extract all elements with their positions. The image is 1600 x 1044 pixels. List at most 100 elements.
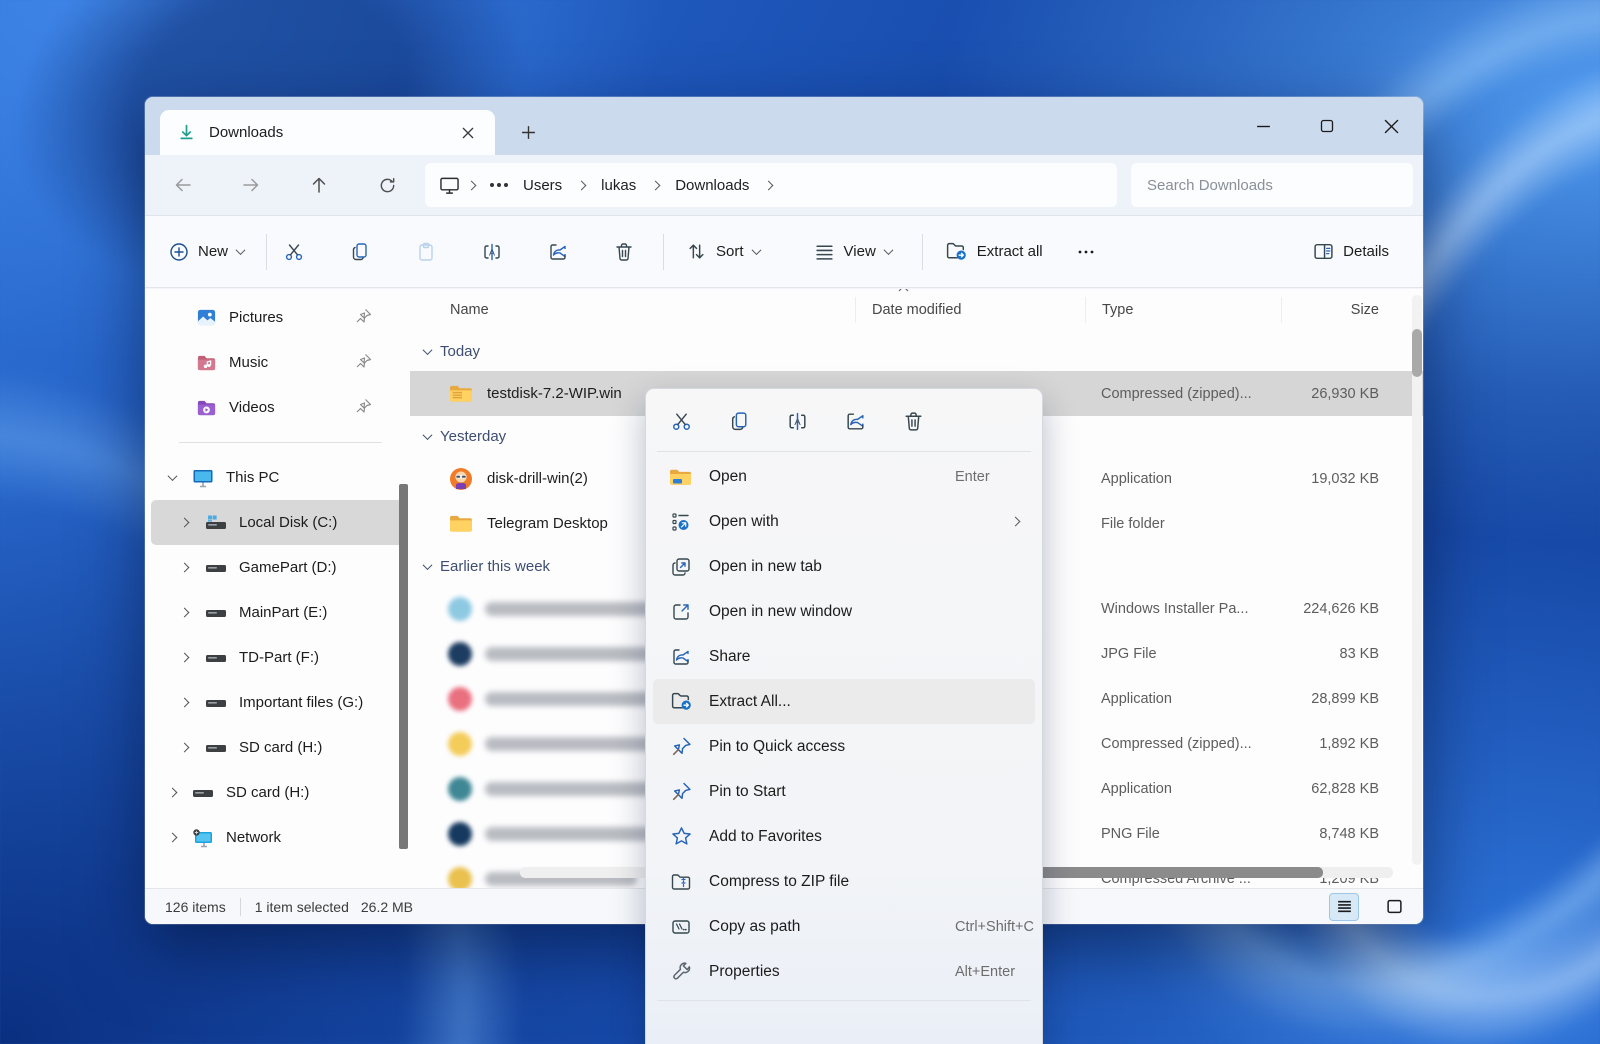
chevron-right-icon[interactable] — [179, 697, 190, 708]
search-box[interactable] — [1131, 163, 1413, 207]
sidebar-item-td-part-f[interactable]: TD-Part (F:) — [151, 635, 404, 680]
sidebar-item-label: Local Disk (C:) — [239, 514, 338, 531]
menu-item-extract-all[interactable]: Extract All... — [653, 679, 1035, 724]
menu-item-copy-as-path[interactable]: Copy as path Ctrl+Shift+C — [653, 904, 1035, 949]
menu-item-label: Open in new tab — [709, 557, 822, 575]
sort-ascending-icon — [898, 289, 909, 292]
menu-item-properties[interactable]: Properties Alt+Enter — [653, 949, 1035, 994]
sidebar-scrollbar[interactable] — [399, 484, 408, 849]
file-type: Windows Installer Pa... — [1101, 600, 1249, 617]
menu-item-share[interactable]: Share — [653, 634, 1035, 679]
menu-item-label: Open in new window — [709, 602, 853, 620]
chevron-right-icon[interactable] — [179, 517, 190, 528]
file-size: 19,032 KB — [1311, 470, 1379, 487]
new-tab-button[interactable] — [513, 117, 543, 147]
cut-button[interactable] — [277, 235, 311, 269]
menu-item-shortcut: Ctrl+Shift+C — [955, 918, 1034, 935]
sidebar-item-gamepart-d[interactable]: GamePart (D:) — [151, 545, 404, 590]
more-options-icon[interactable] — [1069, 235, 1103, 269]
minimize-button[interactable] — [1231, 97, 1295, 155]
column-type[interactable]: Type — [1085, 297, 1281, 323]
view-button[interactable]: View — [802, 232, 904, 271]
new-button[interactable]: New — [157, 233, 256, 271]
sort-button[interactable]: Sort — [674, 232, 772, 271]
tab-downloads[interactable]: Downloads — [160, 110, 495, 155]
menu-item-pin-to-start[interactable]: Pin to Start — [653, 769, 1035, 814]
chevron-right-icon[interactable] — [167, 787, 178, 798]
breadcrumb: Users lukas Downloads — [425, 163, 1117, 207]
maximize-button[interactable] — [1295, 97, 1359, 155]
sidebar-item-music[interactable]: Music — [151, 340, 404, 385]
sidebar-item-label: This PC — [226, 469, 280, 486]
tab-strip: Downloads — [145, 97, 1423, 155]
column-name[interactable]: Name — [434, 297, 855, 323]
this-pc-icon[interactable] — [439, 176, 460, 195]
sidebar-item-mainpart-e[interactable]: MainPart (E:) — [151, 590, 404, 635]
paste-button[interactable] — [409, 235, 443, 269]
share-button[interactable] — [541, 235, 575, 269]
redacted-file-icon — [448, 596, 472, 621]
chevron-right-icon[interactable] — [167, 832, 178, 843]
rename-button[interactable]: A — [779, 403, 815, 439]
details-pane-button[interactable]: Details — [1301, 232, 1401, 271]
sidebar-item-sd-card-h[interactable]: SD card (H:) — [151, 725, 404, 770]
breadcrumb-downloads[interactable]: Downloads — [667, 173, 757, 198]
search-input[interactable] — [1147, 176, 1397, 194]
chevron-right-icon[interactable] — [179, 562, 190, 573]
toolbar-divider — [266, 233, 268, 270]
copy-button[interactable] — [343, 235, 377, 269]
sidebar-item-this-pc[interactable]: This PC — [151, 455, 404, 500]
rename-button[interactable]: A — [475, 235, 509, 269]
menu-item-open-with[interactable]: Open with — [653, 499, 1035, 544]
menu-divider — [657, 451, 1031, 452]
sidebar-item-pictures[interactable]: Pictures — [151, 295, 404, 340]
up-button[interactable] — [299, 165, 339, 205]
group-header-today[interactable]: Today — [410, 331, 1423, 371]
music-icon — [195, 352, 217, 374]
share-button[interactable] — [837, 403, 873, 439]
selection-count: 1 item selected — [254, 898, 349, 915]
forward-button[interactable] — [231, 165, 271, 205]
details-view-toggle[interactable] — [1329, 892, 1359, 921]
file-size: 26,930 KB — [1311, 385, 1379, 402]
menu-item-pin-to-quick-access[interactable]: Pin to Quick access — [653, 724, 1035, 769]
copy-button[interactable] — [721, 403, 757, 439]
details-pane-label: Details — [1343, 243, 1389, 260]
extract-all-button[interactable]: Extract all — [933, 231, 1055, 272]
chevron-down-icon[interactable] — [167, 471, 178, 482]
chevron-down-icon — [235, 245, 246, 256]
delete-button[interactable] — [607, 235, 641, 269]
menu-item-open[interactable]: Open Enter — [653, 454, 1035, 499]
back-button[interactable] — [163, 165, 203, 205]
breadcrumb-users[interactable]: Users — [515, 173, 570, 198]
sidebar-item-sd-card-h-2[interactable]: SD card (H:) — [151, 770, 404, 815]
column-size[interactable]: Size — [1281, 297, 1393, 323]
chevron-right-icon[interactable] — [179, 652, 190, 663]
tab-close-icon[interactable] — [455, 120, 481, 146]
sidebar-item-label: Pictures — [229, 309, 284, 326]
menu-item-add-to-favorites[interactable]: Add to Favorites — [653, 814, 1035, 859]
cut-button[interactable] — [663, 403, 699, 439]
refresh-button[interactable] — [367, 165, 407, 205]
chevron-right-icon[interactable] — [179, 607, 190, 618]
vertical-scrollbar-thumb[interactable] — [1412, 329, 1422, 377]
breadcrumb-overflow-icon[interactable] — [497, 183, 501, 187]
sidebar-item-important-files-g[interactable]: Important files (G:) — [151, 680, 404, 725]
open-folder-icon — [669, 465, 693, 489]
menu-item-open-in-new-window[interactable]: Open in new window — [653, 589, 1035, 634]
sidebar-item-local-disk-c[interactable]: Local Disk (C:) — [151, 500, 404, 545]
vertical-scrollbar[interactable] — [1412, 295, 1422, 865]
drive-icon — [205, 647, 227, 669]
delete-button[interactable] — [895, 403, 931, 439]
sidebar-item-videos[interactable]: Videos — [151, 385, 404, 430]
menu-item-compress-to-zip[interactable]: Compress to ZIP file — [653, 859, 1035, 904]
close-button[interactable] — [1359, 97, 1423, 155]
column-date-modified[interactable]: Date modified — [855, 289, 1085, 323]
pictures-icon — [195, 307, 217, 329]
sidebar-item-network[interactable]: Network — [151, 815, 404, 860]
file-name: disk-drill-win(2) — [487, 470, 588, 487]
breadcrumb-lukas[interactable]: lukas — [593, 173, 644, 198]
chevron-right-icon[interactable] — [179, 742, 190, 753]
large-icons-view-toggle[interactable] — [1379, 893, 1409, 921]
menu-item-open-in-new-tab[interactable]: Open in new tab — [653, 544, 1035, 589]
